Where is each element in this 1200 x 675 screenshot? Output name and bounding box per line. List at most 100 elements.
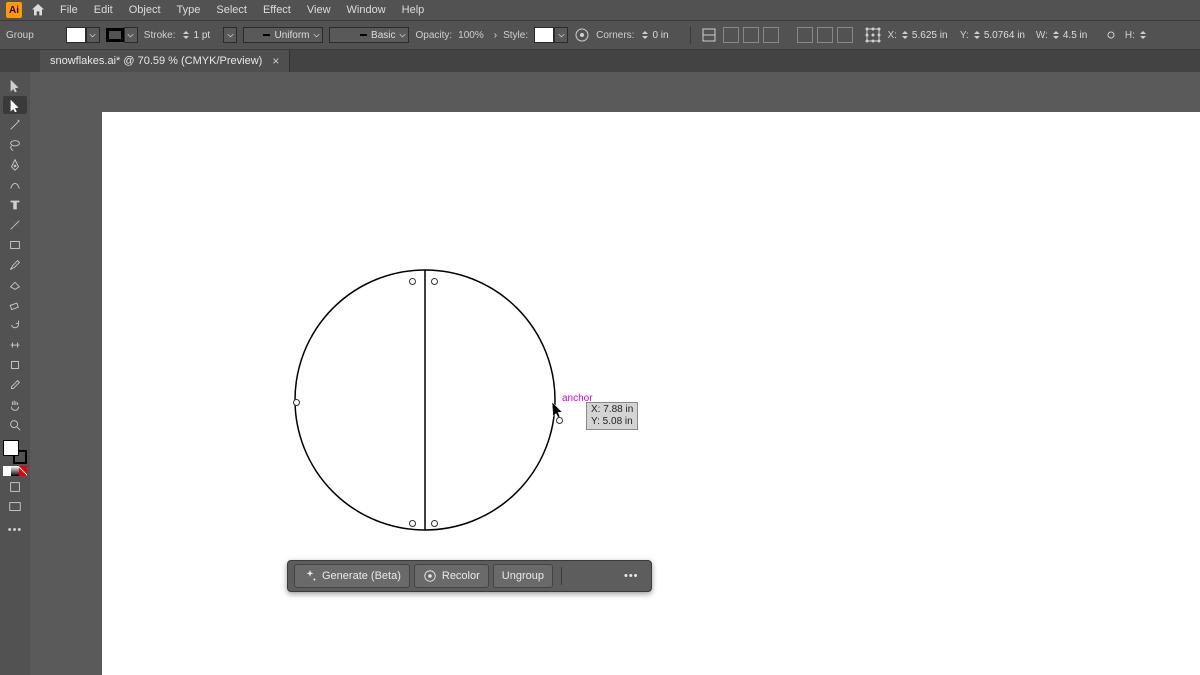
direct-selection-tool[interactable] xyxy=(3,96,27,114)
opacity-value[interactable]: 100% xyxy=(458,30,484,41)
line-tool[interactable] xyxy=(3,216,27,234)
fill-stroke-indicator[interactable] xyxy=(3,440,27,464)
pen-tool[interactable] xyxy=(3,156,27,174)
menu-edit[interactable]: Edit xyxy=(94,4,113,16)
artboard-canvas[interactable]: anchor X: 7.88 in Y: 5.08 in Generate (B… xyxy=(102,112,1200,675)
w-field[interactable]: 4.5 in xyxy=(1051,28,1097,42)
variable-width-profile[interactable]: Uniform xyxy=(243,27,323,43)
align-buttons xyxy=(723,27,779,43)
home-icon[interactable] xyxy=(30,2,46,18)
contextual-task-bar: Generate (Beta) Recolor Ungroup ••• xyxy=(287,560,652,592)
recolor-label: Recolor xyxy=(442,570,480,582)
magic-wand-tool[interactable] xyxy=(3,116,27,134)
menu-window[interactable]: Window xyxy=(347,4,386,16)
ungroup-button[interactable]: Ungroup xyxy=(493,564,553,588)
smart-guide-coords: X: 7.88 in Y: 5.08 in xyxy=(586,402,638,430)
curvature-tool[interactable] xyxy=(3,176,27,194)
transform-reference-icon[interactable] xyxy=(865,27,881,43)
opacity-arrow-icon[interactable]: › xyxy=(494,30,497,41)
type-tool[interactable] xyxy=(3,196,27,214)
smart-guide-x: X: 7.88 in xyxy=(591,404,633,416)
chevron-down-icon[interactable] xyxy=(223,27,237,43)
document-tab-title: snowflakes.ai* @ 70.59 % (CMYK/Preview) xyxy=(50,55,262,67)
edit-toolbar-icon[interactable]: ••• xyxy=(8,524,23,536)
sparkle-icon xyxy=(303,569,317,583)
align-top-icon[interactable] xyxy=(797,27,813,43)
h-field[interactable] xyxy=(1138,28,1148,42)
y-field[interactable]: 5.0764 in xyxy=(972,28,1030,42)
arrange-icon[interactable] xyxy=(586,565,598,587)
zoom-tool[interactable] xyxy=(3,416,27,434)
brush-definition[interactable]: Basic xyxy=(329,27,409,43)
more-icon[interactable]: ••• xyxy=(618,565,645,587)
eyedropper-tool[interactable] xyxy=(3,376,27,394)
lasso-tool[interactable] xyxy=(3,136,27,154)
chevron-down-icon xyxy=(86,27,100,43)
anchor-point[interactable] xyxy=(556,417,563,424)
paintbrush-tool[interactable] xyxy=(3,256,27,274)
menu-help[interactable]: Help xyxy=(402,4,425,16)
selection-tool[interactable] xyxy=(3,76,27,94)
shaper-tool[interactable] xyxy=(3,276,27,294)
w-value[interactable]: 4.5 in xyxy=(1063,30,1097,41)
link-wh-icon[interactable] xyxy=(1103,27,1119,43)
document-tab[interactable]: snowflakes.ai* @ 70.59 % (CMYK/Preview) … xyxy=(40,50,290,72)
anchor-point[interactable] xyxy=(431,278,438,285)
isolate-group-icon[interactable] xyxy=(701,27,717,43)
stroke-label: Stroke: xyxy=(144,30,176,41)
x-label: X: xyxy=(887,30,896,41)
hand-tool[interactable] xyxy=(3,396,27,414)
artwork-group[interactable] xyxy=(292,267,558,533)
fill-swatch-dropdown[interactable] xyxy=(66,27,100,43)
stroke-swatch-dropdown[interactable] xyxy=(106,27,138,43)
valign-buttons xyxy=(797,27,853,43)
anchor-point[interactable] xyxy=(409,520,416,527)
menu-select[interactable]: Select xyxy=(216,4,247,16)
opacity-label: Opacity: xyxy=(415,30,452,41)
y-value[interactable]: 5.0764 in xyxy=(984,30,1030,41)
anchor-point[interactable] xyxy=(409,278,416,285)
align-vcenter-icon[interactable] xyxy=(817,27,833,43)
ungroup-label: Ungroup xyxy=(502,570,544,582)
menu-type[interactable]: Type xyxy=(177,4,201,16)
anchor-point[interactable] xyxy=(431,520,438,527)
control-bar: Group Stroke: 1 pt Uniform Basic Opacity… xyxy=(0,21,1200,50)
h-label: H: xyxy=(1125,30,1135,41)
x-field[interactable]: 5.625 in xyxy=(900,28,954,42)
smart-guide-y: Y: 5.08 in xyxy=(591,416,633,428)
anchor-point[interactable] xyxy=(293,399,300,406)
align-hcenter-icon[interactable] xyxy=(743,27,759,43)
edit-properties-icon[interactable] xyxy=(570,565,582,587)
lock-icon[interactable] xyxy=(602,565,614,587)
eraser-tool[interactable] xyxy=(3,296,27,314)
free-transform-tool[interactable] xyxy=(3,356,27,374)
color-mode-row[interactable] xyxy=(3,466,27,476)
corners-value[interactable]: 0 in xyxy=(652,30,680,41)
x-value[interactable]: 5.625 in xyxy=(912,30,954,41)
align-right-icon[interactable] xyxy=(763,27,779,43)
corners-field[interactable]: 0 in xyxy=(640,28,680,42)
close-tab-icon[interactable]: × xyxy=(272,54,279,68)
menu-file[interactable]: File xyxy=(60,4,78,16)
color-wheel-icon xyxy=(423,569,437,583)
rotate-tool[interactable] xyxy=(3,316,27,334)
rectangle-tool[interactable] xyxy=(3,236,27,254)
generate-beta-button[interactable]: Generate (Beta) xyxy=(294,564,410,588)
width-tool[interactable] xyxy=(3,336,27,354)
draw-mode-icon[interactable] xyxy=(3,478,27,496)
stroke-weight-value[interactable]: 1 pt xyxy=(193,30,221,41)
recolor-artwork-icon[interactable] xyxy=(574,27,590,43)
fill-color-icon[interactable] xyxy=(3,440,19,456)
graphic-style-dropdown[interactable] xyxy=(534,27,568,43)
align-bottom-icon[interactable] xyxy=(837,27,853,43)
w-label: W: xyxy=(1036,30,1048,41)
menu-object[interactable]: Object xyxy=(129,4,161,16)
align-left-icon[interactable] xyxy=(723,27,739,43)
menu-view[interactable]: View xyxy=(307,4,331,16)
menu-effect[interactable]: Effect xyxy=(263,4,291,16)
recolor-button[interactable]: Recolor xyxy=(414,564,489,588)
chevron-down-icon xyxy=(554,27,568,43)
screen-mode-icon[interactable] xyxy=(3,498,27,516)
chevron-down-icon xyxy=(124,27,138,43)
stroke-weight-field[interactable]: 1 pt xyxy=(181,27,237,43)
